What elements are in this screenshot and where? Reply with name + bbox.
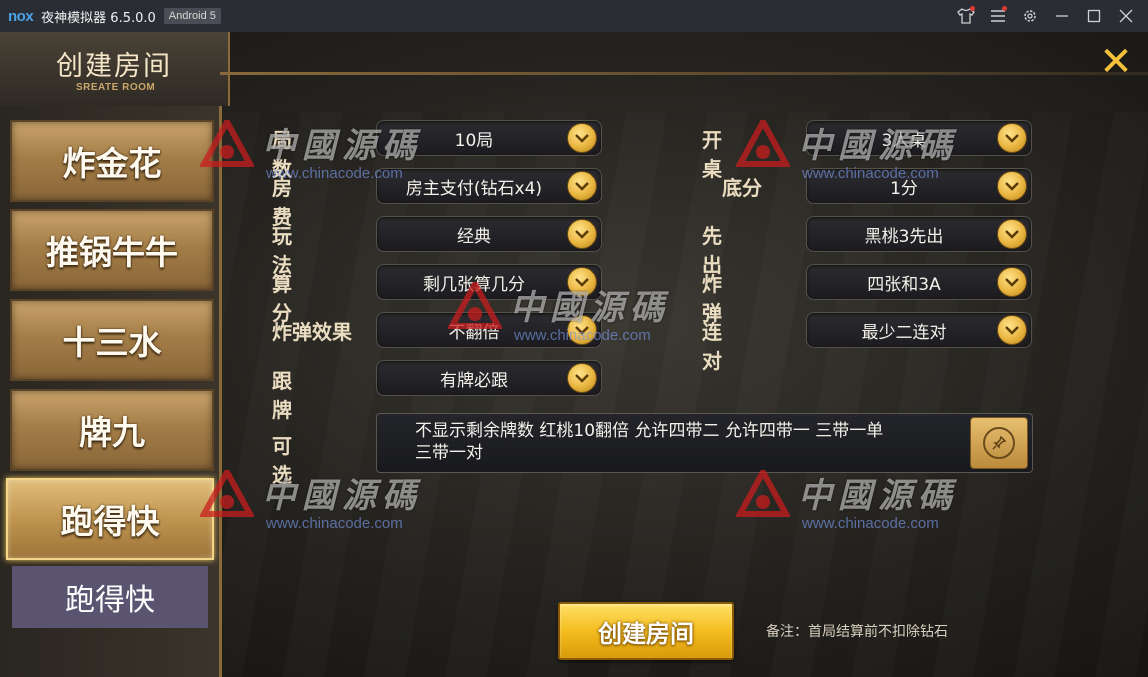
label-char: 连对 bbox=[702, 320, 762, 373]
chevron-down-icon[interactable] bbox=[997, 267, 1027, 297]
chevron-down-icon[interactable] bbox=[567, 219, 597, 249]
base-score-select[interactable]: 1分 bbox=[806, 168, 1032, 204]
sidebar-item-tuiguo-niuniu[interactable]: 推锅牛牛 bbox=[10, 209, 214, 291]
maximize-icon[interactable] bbox=[1078, 0, 1110, 32]
watermark-text: 中國源碼 bbox=[798, 476, 958, 516]
label-pairs: 连对 bbox=[702, 316, 786, 374]
follow-select[interactable]: 有牌必跟 bbox=[376, 360, 602, 396]
close-icon[interactable] bbox=[1110, 0, 1142, 32]
optional-rules-line: 三带一对 bbox=[415, 443, 483, 463]
bomb-effect-select[interactable]: 不翻倍 bbox=[376, 312, 602, 348]
optional-rules-text: 不显示剩余牌数 红桃10翻倍 允许四带二 允许四带一 三带一单 三带一对 bbox=[415, 420, 955, 464]
watermark: 中國源碼 www.chinacode.com bbox=[736, 468, 958, 532]
notification-dot bbox=[970, 6, 975, 11]
menu-icon[interactable] bbox=[982, 0, 1014, 32]
chevron-down-icon[interactable] bbox=[997, 315, 1027, 345]
titlebar-controls bbox=[950, 0, 1142, 32]
rounds-select[interactable]: 10局 bbox=[376, 120, 602, 156]
pin-icon bbox=[983, 427, 1015, 459]
minimize-icon[interactable] bbox=[1046, 0, 1078, 32]
optional-rules-line: 不显示剩余牌数 红桃10翻倍 允许四带二 允许四带一 三带一单 bbox=[415, 421, 884, 441]
sidebar-item-paodekuai[interactable]: 跑得快 bbox=[6, 478, 214, 560]
label-char: 跟牌 bbox=[272, 369, 332, 422]
mode-select[interactable]: 经典 bbox=[376, 216, 602, 252]
chevron-down-icon[interactable] bbox=[567, 315, 597, 345]
label-char: 可选 bbox=[272, 434, 332, 487]
label-bomb-effect: 炸弹效果 bbox=[272, 316, 362, 345]
watermark-url: www.chinacode.com bbox=[266, 515, 403, 532]
optional-rules-box[interactable]: 不显示剩余牌数 红桃10翻倍 允许四带二 允许四带一 三带一单 三带一对 bbox=[376, 413, 1033, 473]
label-optional: 可选 bbox=[272, 430, 356, 488]
label-base-score: 底分 bbox=[722, 172, 786, 201]
chevron-down-icon[interactable] bbox=[997, 123, 1027, 153]
label-follow: 跟牌 bbox=[272, 365, 356, 423]
sidebar-item-paijiu[interactable]: 牌九 bbox=[10, 389, 214, 471]
sidebar-item-zhajinhua[interactable]: 炸金花 bbox=[10, 120, 214, 202]
scoring-select[interactable]: 剩几张算几分 bbox=[376, 264, 602, 300]
first-play-select[interactable]: 黑桃3先出 bbox=[806, 216, 1032, 252]
notification-dot bbox=[1002, 6, 1007, 11]
chevron-down-icon[interactable] bbox=[567, 363, 597, 393]
game-area: 创建房间 SREATE ROOM ✕ 炸金花 推锅牛牛 十三水 牌九 跑得快 跑… bbox=[0, 32, 1148, 677]
bomb-select[interactable]: 四张和3A bbox=[806, 264, 1032, 300]
chevron-down-icon[interactable] bbox=[567, 171, 597, 201]
gear-icon[interactable] bbox=[1014, 0, 1046, 32]
close-button[interactable]: ✕ bbox=[1096, 42, 1136, 82]
chevron-down-icon[interactable] bbox=[997, 171, 1027, 201]
android-version-badge: Android 5 bbox=[163, 8, 221, 24]
app-title: 夜神模拟器 6.5.0.0 bbox=[41, 10, 156, 26]
chevron-down-icon[interactable] bbox=[567, 267, 597, 297]
pairs-select[interactable]: 最少二连对 bbox=[806, 312, 1032, 348]
watermark-url: www.chinacode.com bbox=[802, 515, 939, 532]
create-room-button[interactable]: 创建房间 bbox=[558, 602, 734, 660]
emulator-titlebar: nox 夜神模拟器 6.5.0.0 Android 5 bbox=[0, 0, 1148, 32]
note-text: 备注：首局结算前不扣除钻石 bbox=[766, 624, 948, 640]
shirt-icon[interactable] bbox=[950, 0, 982, 32]
label-text: 底分 bbox=[722, 176, 762, 200]
chevron-down-icon[interactable] bbox=[567, 123, 597, 153]
edit-optional-button[interactable] bbox=[970, 417, 1028, 469]
table-size-select[interactable]: 3人桌 bbox=[806, 120, 1032, 156]
page-title: 创建房间 bbox=[56, 51, 172, 82]
nox-logo: nox bbox=[8, 7, 34, 25]
page-subtitle: SREATE ROOM bbox=[76, 82, 156, 93]
label-text: 炸弹效果 bbox=[272, 320, 352, 344]
fee-select[interactable]: 房主支付(钻石x4) bbox=[376, 168, 602, 204]
chevron-down-icon[interactable] bbox=[997, 219, 1027, 249]
sidebar-item-shisanshui[interactable]: 十三水 bbox=[10, 299, 214, 381]
header-plate: 创建房间 SREATE ROOM bbox=[0, 32, 1148, 106]
sidebar-subitem-paodekuai[interactable]: 跑得快 bbox=[12, 566, 208, 628]
watermark-logo-icon bbox=[736, 470, 790, 517]
